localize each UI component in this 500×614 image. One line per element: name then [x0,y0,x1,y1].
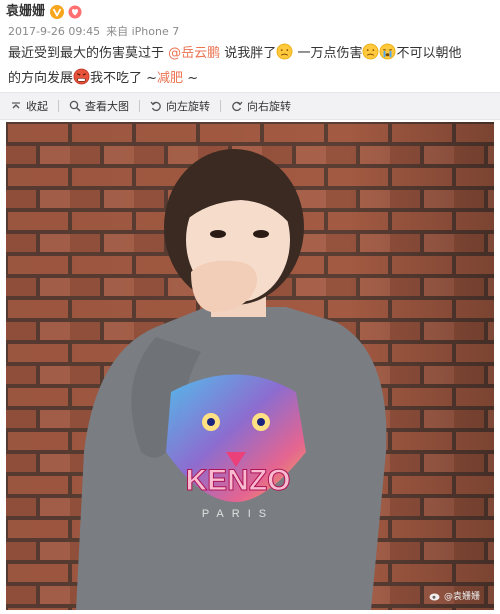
shirt-subtext: PARIS [202,508,274,520]
content-text-2: 说我胖了 [220,46,277,61]
post-source: 来自 iPhone 7 [106,25,180,38]
content-text-4: 不可以朝他 [396,46,462,61]
content-text-1: 最近受到最大的伤害莫过于 [8,46,165,61]
rotate-left-label: 向左旋转 [166,100,210,113]
collapse-button[interactable]: 收起 [0,93,58,119]
post-content: 最近受到最大的伤害莫过于 @岳云鹏 说我胖了 一万点伤害 不可以朝他 的方向发展 我… [8,41,494,91]
username[interactable]: 袁姗姗 [6,3,45,21]
sad-face-emoji-icon [363,43,379,60]
content-text-6: 我不吃了 ~ [90,71,158,86]
sad-face-emoji-icon [276,43,293,60]
verified-v-icon [50,5,65,19]
topic-link[interactable]: 减肥 [157,71,183,86]
content-text-7: ~ [183,71,199,86]
photo-illustration: KENZO PARIS [6,122,494,610]
post-photo[interactable]: KENZO PARIS @袁姗姗 [6,122,494,610]
shirt-text: KENZO [186,464,291,497]
watermark-text: @袁姗姗 [443,592,480,602]
post-meta: 2017-9-26 09:45 来自 iPhone 7 [8,25,179,39]
heart-badge-icon [68,5,82,19]
collapse-icon [12,102,20,109]
post-date[interactable]: 2017-9-26 09:45 [8,25,100,38]
post-header: 袁姗姗 [6,3,82,21]
crying-face-emoji-icon [380,43,396,60]
angry-face-emoji-icon [73,68,90,85]
collapse-label: 收起 [26,100,48,113]
view-large-button[interactable]: 查看大图 [59,93,139,119]
weibo-logo-icon [429,593,440,600]
image-toolbar: 收起 查看大图 向左旋转 向右旋转 [0,92,500,120]
content-text-3: 一万点伤害 [293,46,363,61]
rotate-left-button[interactable]: 向左旋转 [140,93,220,119]
photo-watermark: @袁姗姗 [429,589,480,602]
rotate-right-icon [232,101,243,112]
rotate-left-icon [150,101,161,112]
rotate-right-label: 向右旋转 [247,100,291,113]
mention-link[interactable]: @岳云鹏 [168,46,220,61]
content-text-5: 的方向发展 [8,71,74,86]
view-large-label: 查看大图 [85,100,129,113]
magnify-icon [69,100,81,112]
rotate-right-button[interactable]: 向右旋转 [221,93,301,119]
